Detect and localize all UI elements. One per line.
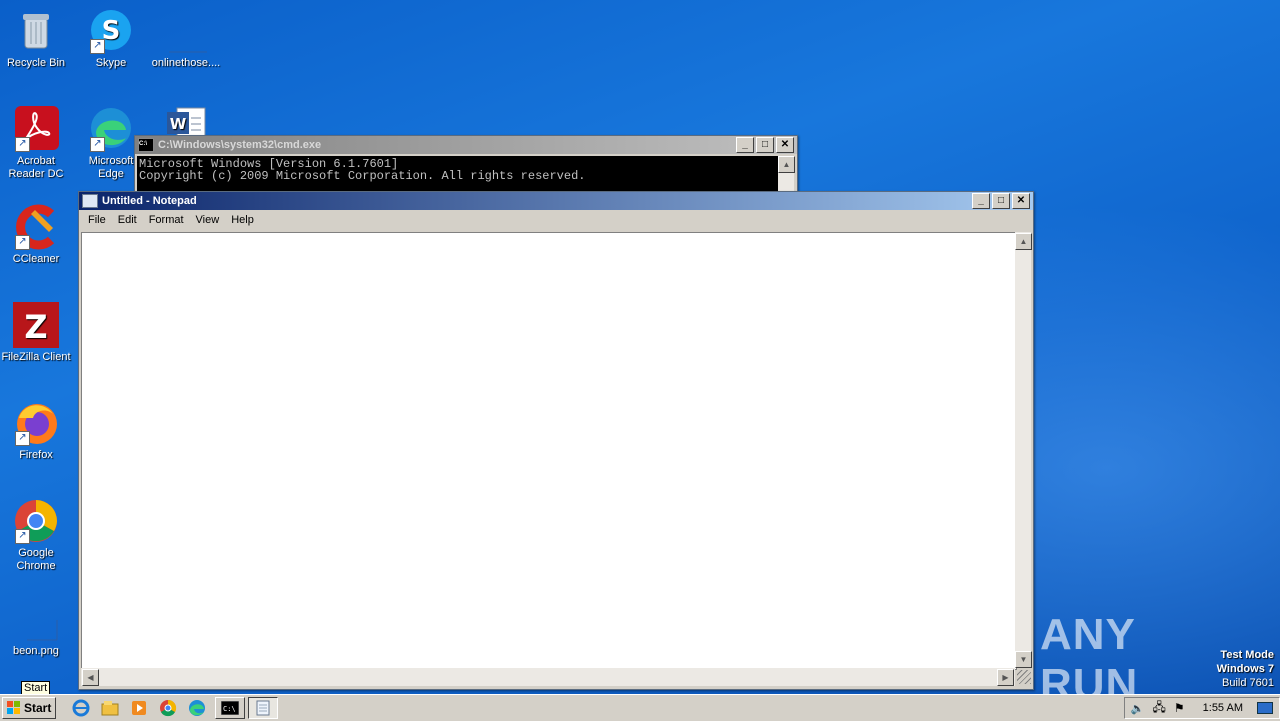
menu-edit[interactable]: Edit	[112, 214, 143, 226]
notepad-vertical-scrollbar[interactable]: ▲ ▼	[1015, 232, 1032, 668]
cmd-close-button[interactable]: ✕	[776, 137, 794, 153]
image-file-icon	[13, 596, 59, 642]
notepad-text-area[interactable]	[81, 232, 1017, 670]
desktop-icon-chrome[interactable]: ↗ Google Chrome	[0, 498, 72, 573]
shortcut-arrow-icon: ↗	[15, 137, 30, 152]
recycle-bin-icon	[13, 8, 59, 54]
start-button[interactable]: Start	[2, 697, 57, 719]
anyrun-watermark: ANY RUN	[1040, 610, 1139, 709]
notepad-icon	[82, 194, 98, 208]
cmd-icon: C:\	[138, 138, 154, 152]
menu-view[interactable]: View	[190, 214, 226, 226]
menu-file[interactable]: File	[82, 214, 112, 226]
notepad-close-button[interactable]: ✕	[1012, 193, 1030, 209]
svg-text:W: W	[170, 115, 187, 133]
desktop-icon-acrobat[interactable]: ↗ Acrobat Reader DC	[0, 106, 72, 181]
acrobat-icon: ↗	[13, 106, 59, 152]
notepad-title-bar[interactable]: Untitled - Notepad _ □ ✕	[79, 192, 1033, 210]
taskbar-chrome-icon[interactable]	[157, 698, 179, 718]
menu-help[interactable]: Help	[225, 214, 260, 226]
action-center-flag-icon[interactable]: ⚑	[1174, 701, 1185, 715]
scroll-up-button[interactable]: ▲	[1015, 233, 1032, 250]
desktop-icon-recycle-bin[interactable]: Recycle Bin	[0, 8, 72, 70]
notepad-horizontal-scrollbar[interactable]: ◀ ▶	[81, 668, 1015, 686]
scroll-left-button[interactable]: ◀	[82, 669, 99, 686]
taskbar-cmd-icon[interactable]: C:\	[215, 697, 246, 719]
test-mode-label: Test Mode Windows 7 Build 7601	[1216, 649, 1274, 689]
windows-logo-icon	[7, 701, 21, 715]
system-tray: 🔈 🖧 ⚑ 1:55 AM	[1123, 697, 1280, 719]
desktop-icon-onlinethose[interactable]: onlinethose....	[150, 8, 222, 70]
start-tooltip: Start	[21, 681, 51, 695]
cmd-minimize-button[interactable]: _	[736, 137, 754, 153]
scroll-right-button[interactable]: ▶	[997, 669, 1014, 686]
network-icon[interactable]: 🖧	[1152, 698, 1165, 719]
edge-icon: ↗	[88, 106, 134, 152]
notepad-window[interactable]: Untitled - Notepad _ □ ✕ File Edit Forma…	[78, 191, 1034, 690]
resize-grip[interactable]	[1017, 670, 1031, 684]
desktop-icon-firefox[interactable]: ↗ Firefox	[0, 400, 72, 462]
taskbar-notepad-icon[interactable]	[248, 697, 279, 719]
svg-text:Z: Z	[24, 308, 47, 346]
notepad-menu-bar: File Edit Format View Help	[79, 210, 1033, 229]
skype-icon: S ↗	[88, 8, 134, 54]
svg-text:C:\: C:\	[223, 705, 236, 713]
cmd-line: Copyright (c) 2009 Microsoft Corporation…	[139, 169, 586, 183]
desktop-icon-ccleaner[interactable]: ↗ CCleaner	[0, 204, 72, 266]
shortcut-arrow-icon: ↗	[15, 235, 30, 250]
ccleaner-icon: ↗	[13, 204, 59, 250]
filezilla-icon: Z	[13, 302, 59, 348]
file-icon	[163, 8, 209, 54]
chrome-icon: ↗	[13, 498, 59, 544]
taskbar-ie-icon[interactable]	[70, 698, 92, 718]
notepad-maximize-button[interactable]: □	[992, 193, 1010, 209]
desktop-icon-skype[interactable]: S ↗ Skype	[75, 8, 147, 70]
notepad-title: Untitled - Notepad	[102, 195, 197, 207]
taskbar-edge-icon[interactable]	[186, 698, 208, 718]
taskbar-explorer-icon[interactable]	[99, 698, 121, 718]
show-desktop-icon[interactable]	[1257, 702, 1273, 714]
cmd-title-bar[interactable]: C:\ C:\Windows\system32\cmd.exe _ □ ✕	[135, 136, 797, 154]
cmd-maximize-button[interactable]: □	[756, 137, 774, 153]
volume-icon[interactable]: 🔈	[1131, 702, 1145, 715]
taskbar: Start C:\ 🔈 🖧 ⚑ 1:55 AM	[0, 694, 1280, 721]
desktop-icon-filezilla[interactable]: Z FileZilla Client	[0, 302, 72, 364]
notepad-minimize-button[interactable]: _	[972, 193, 990, 209]
clock[interactable]: 1:55 AM	[1203, 702, 1243, 714]
shortcut-arrow-icon: ↗	[15, 529, 30, 544]
shortcut-arrow-icon: ↗	[90, 137, 105, 152]
cmd-scroll-up-button[interactable]: ▲	[778, 156, 795, 173]
cmd-title: C:\Windows\system32\cmd.exe	[158, 139, 322, 151]
shortcut-arrow-icon: ↗	[90, 39, 105, 54]
taskbar-media-player-icon[interactable]	[128, 698, 150, 718]
desktop-icon-beon[interactable]: beon.png	[0, 596, 72, 658]
shortcut-arrow-icon: ↗	[15, 431, 30, 446]
scroll-down-button[interactable]: ▼	[1015, 651, 1032, 668]
firefox-icon: ↗	[13, 400, 59, 446]
menu-format[interactable]: Format	[143, 214, 190, 226]
